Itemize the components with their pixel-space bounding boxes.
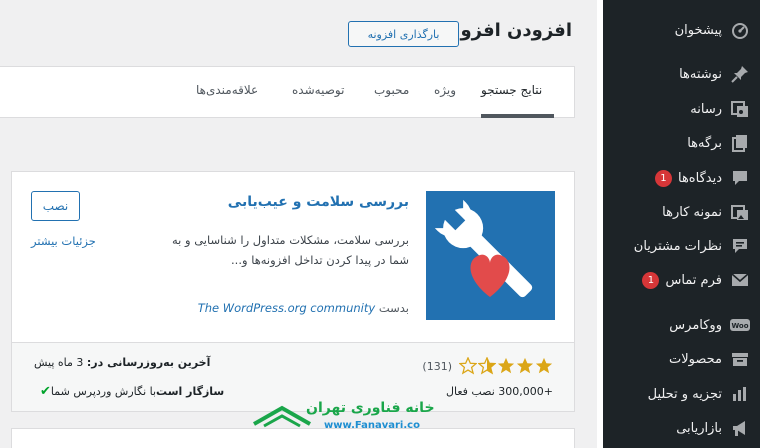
sidebar-item-dashboard[interactable]: پیشخوان [603,15,760,45]
pages-icon [730,133,750,153]
comments-icon [730,168,750,188]
plugin-card-top: بررسی سلامت و عیب‌یابی بررسی سلامت، مشکل… [12,172,574,342]
testimonial-icon [730,236,750,256]
star-full-icon [516,357,534,374]
wrench-heart-icon [434,199,533,298]
watermark-logo: خانه فناوری تهران www.Fanavari.co [252,398,435,434]
tab-search-results[interactable]: نتایج جستجو [481,83,542,97]
tab-recommended[interactable]: توصیه‌شده [292,83,344,97]
pin-icon [730,64,750,84]
compat-status: سازگار است [156,385,225,398]
mail-icon [730,270,750,290]
sidebar-item-pages[interactable]: برگه‌ها [603,128,760,158]
sidebar-item-marketing[interactable]: بازاریابی [603,413,760,443]
contact-form-count-badge: 1 [642,271,660,289]
sidebar-item-posts[interactable]: نوشته‌ها [603,59,760,89]
plugin-author: بدست The WordPress.org community [198,301,409,315]
star-full-icon [535,357,553,374]
sidebar-item-portfolio[interactable]: نمونه کارها [603,197,760,227]
page-title: افزودن افزونه [442,20,572,41]
tab-featured[interactable]: ویژه [434,83,456,97]
sidebar-item-contact-form[interactable]: فرم تماس 1 [603,265,760,295]
compat-text: با نگارش وردپرس شما [50,385,157,398]
star-empty-icon [459,357,477,375]
woo-icon: Woo [730,315,750,335]
sidebar-item-analytics[interactable]: تجزیه و تحلیل [603,379,760,409]
last-updated: آخرین به‌روزرسانی در: 3 ماه پیش [34,356,210,369]
sidebar-item-comments[interactable]: دیدگاه‌ها 1 [603,163,760,193]
sidebar-item-products[interactable]: محصولات [603,344,760,374]
sidebar-item-testimonials[interactable]: نظرات مشتریان [603,231,760,261]
megaphone-icon [730,418,750,438]
svg-text:Woo: Woo [731,322,748,330]
plugin-filter-tabs: نتایج جستجو ویژه محبوب توصیه‌شده علاقه‌م… [0,66,575,118]
plugin-description: بررسی سلامت، مشکلات متداول را شناسایی و … [171,233,409,267]
author-prefix: بدست [378,301,409,315]
watermark-text: خانه فناوری تهران [306,400,435,416]
watermark-url: www.Fanavari.co [324,420,420,431]
more-details-link[interactable]: جزئیات بیشتر [31,234,96,248]
author-link[interactable]: The WordPress.org community [198,301,375,315]
star-rating: (131) [422,357,553,375]
plugin-card: بررسی سلامت و عیب‌یابی بررسی سلامت، مشکل… [11,171,575,412]
star-full-icon [497,357,515,374]
comments-count-badge: 1 [654,169,672,187]
rating-count[interactable]: (131) [422,360,452,373]
compatibility-status: ✔ با نگارش وردپرس شما سازگار است [34,384,228,399]
last-updated-label: آخرین به‌روزرسانی در: [86,356,211,369]
sidebar-item-woocommerce[interactable]: Woo ووکامرس [603,310,760,340]
dashboard-icon [730,20,750,40]
media-icon [730,99,750,119]
star-half-icon [478,357,496,375]
plugin-name-link[interactable]: بررسی سلامت و عیب‌یابی [228,194,409,210]
tab-popular[interactable]: محبوب [374,83,409,97]
check-icon: ✔ [40,384,51,399]
chart-bar-icon [730,384,750,404]
active-installs: +300,000 نصب فعال [445,385,553,398]
house-logo-icon [253,405,311,428]
portfolio-icon [730,202,750,222]
plugin-thumbnail[interactable] [426,191,555,320]
upload-plugin-button[interactable]: بارگذاری افزونه [348,21,459,47]
tab-favorites[interactable]: علاقه‌مندی‌ها [196,83,258,97]
last-updated-value: 3 ماه پیش [34,356,84,369]
sidebar-item-media[interactable]: رسانه [603,94,760,124]
install-button[interactable]: نصب [31,191,80,221]
active-tab-indicator [481,114,554,118]
admin-sidebar: پیشخوان نوشته‌ها رسانه برگه‌ها دیدگاه‌ها… [597,0,760,448]
archive-icon [730,349,750,369]
